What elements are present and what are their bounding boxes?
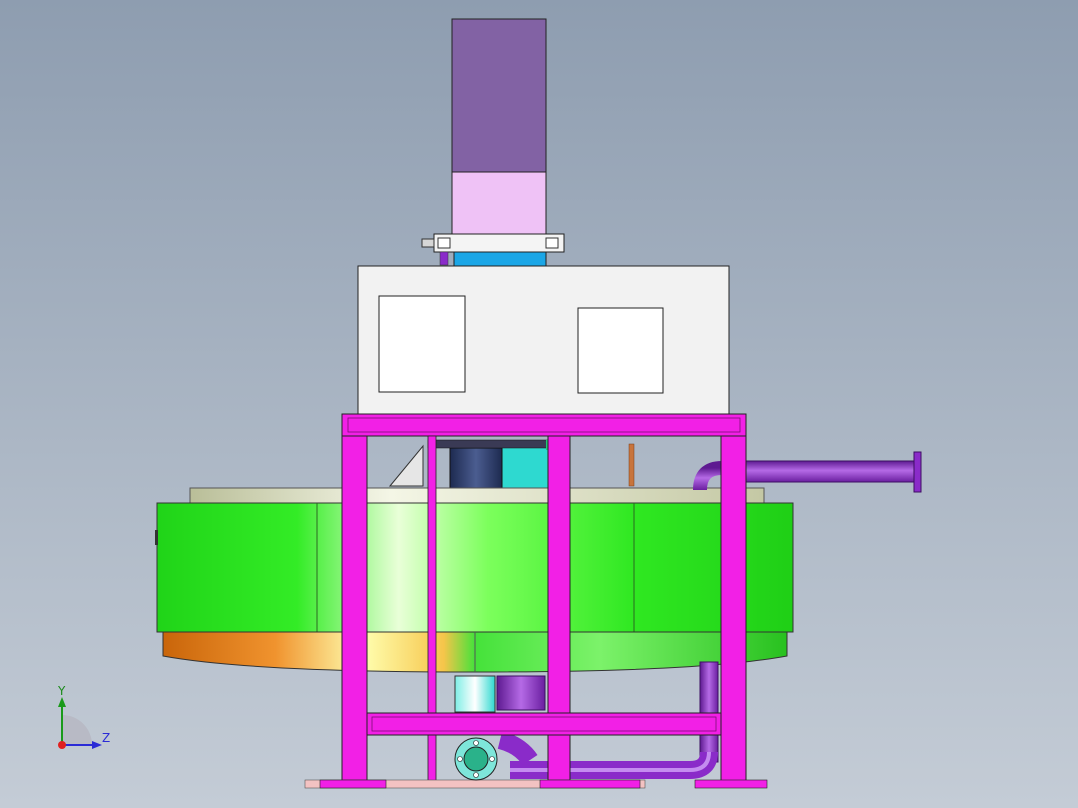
pump-body[interactable] [496, 675, 546, 711]
teal-column[interactable] [454, 675, 496, 713]
cad-model-view[interactable] [0, 0, 1078, 808]
z-axis-label: Z [102, 731, 111, 745]
frame-leg-left[interactable] [341, 435, 368, 783]
graphics-viewport[interactable]: Y Z [0, 0, 1078, 808]
y-axis-label: Y [58, 684, 66, 698]
drum[interactable] [155, 502, 794, 673]
copper-pipe[interactable] [628, 443, 635, 487]
control-cabinet[interactable] [357, 265, 730, 415]
motor-body[interactable] [451, 18, 547, 173]
frame-cross-beam[interactable] [366, 712, 722, 736]
outlet-flange[interactable] [913, 451, 922, 493]
origin-dot-icon [58, 741, 66, 749]
coupling[interactable] [453, 251, 547, 267]
motor-flange[interactable] [451, 171, 547, 235]
inlet-flange[interactable] [454, 737, 498, 781]
cabinet-window-left[interactable] [378, 295, 466, 393]
coordinate-triad: Y Z [40, 685, 130, 765]
frame-top-beam[interactable] [341, 413, 747, 437]
motor[interactable] [451, 18, 547, 235]
interior-parts[interactable] [388, 439, 635, 489]
teal-housing[interactable] [497, 445, 549, 489]
drum-body[interactable] [156, 502, 794, 633]
dark-hub[interactable] [449, 447, 503, 489]
clamp-bolt[interactable] [421, 238, 435, 248]
drum-top-rim[interactable] [189, 487, 765, 504]
cabinet-window-right[interactable] [577, 307, 664, 394]
frame-leg-right[interactable] [720, 435, 747, 783]
